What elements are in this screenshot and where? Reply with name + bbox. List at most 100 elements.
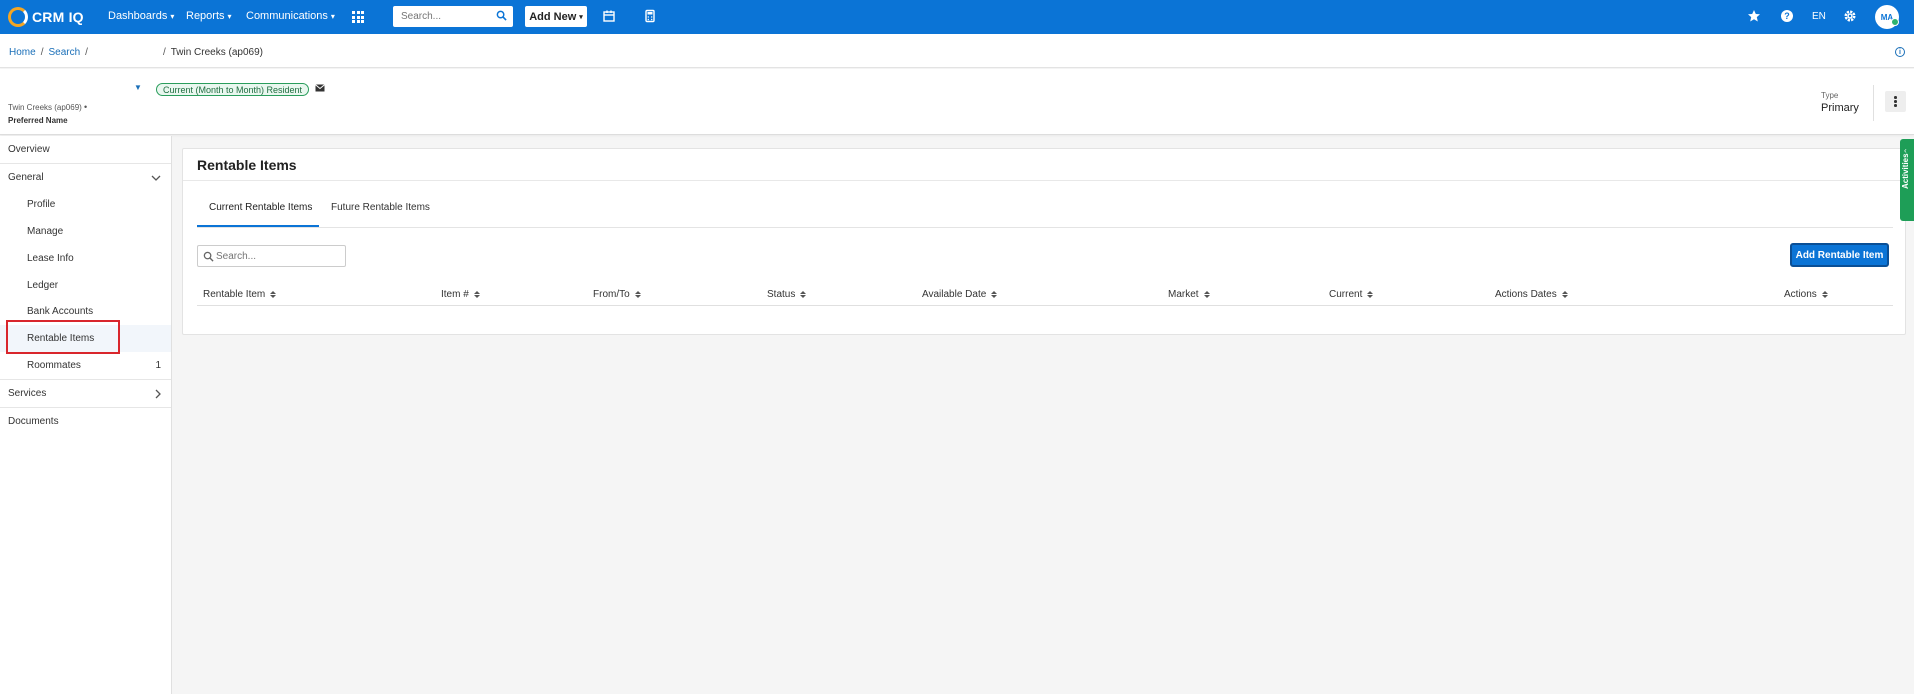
table-search-input[interactable] [216, 246, 341, 266]
sidebar-item-bank-accounts[interactable]: Bank Accounts [0, 298, 171, 325]
tab-future-rentable-items[interactable]: Future Rentable Items [331, 202, 430, 213]
breadcrumb-blank [93, 47, 158, 58]
type-value: Primary [1821, 102, 1859, 114]
language-selector[interactable]: EN [1812, 11, 1826, 22]
column-header-label: Market [1168, 289, 1199, 300]
add-rentable-item-button[interactable]: Add Rentable Item [1790, 243, 1889, 267]
sidebar-item-ledger[interactable]: Ledger [0, 272, 171, 299]
sidebar-item-manage[interactable]: Manage [0, 218, 171, 245]
sort-icon [1367, 291, 1374, 298]
title-divider [183, 180, 1905, 181]
column-header-label: Actions [1784, 289, 1817, 300]
header-divider [1873, 85, 1874, 121]
resident-header: ▼ Current (Month to Month) Resident Twin… [0, 69, 1914, 135]
column-header-actions[interactable]: Actions [1784, 289, 1828, 300]
sidebar-item-label: Lease Info [27, 253, 74, 264]
caret-down-icon: ▾ [170, 12, 175, 21]
sidebar-item-services[interactable]: Services [0, 380, 171, 407]
sidebar-item-label: Rentable Items [27, 333, 95, 344]
column-header-available-date[interactable]: Available Date [922, 289, 998, 300]
apps-grid-icon[interactable] [352, 11, 364, 23]
table-header-divider [197, 305, 1893, 306]
sidebar-item-profile[interactable]: Profile [0, 191, 171, 218]
breadcrumb-current: Twin Creeks (ap069) [170, 47, 263, 58]
activities-drawer-tab[interactable]: ‹ Activities [1900, 139, 1914, 221]
roommates-count: 1 [155, 360, 161, 371]
sidebar-item-lease-info[interactable]: Lease Info [0, 245, 171, 272]
column-header-market[interactable]: Market [1168, 289, 1210, 300]
breadcrumb-separator: / [40, 47, 44, 58]
search-icon [203, 251, 214, 262]
breadcrumb-search[interactable]: Search [48, 47, 80, 58]
logo-text: CRM IQ [32, 9, 84, 25]
breadcrumb-bar: Home / Search / / Twin Creeks (ap069) i [0, 34, 1914, 68]
sort-icon [1203, 291, 1210, 298]
sort-icon [1821, 291, 1828, 298]
sidebar-item-label: Services [8, 388, 47, 399]
help-icon[interactable]: ? [1780, 9, 1794, 23]
sort-icon [800, 291, 807, 298]
add-new-label: Add New [529, 10, 577, 23]
sidebar-item-overview[interactable]: Overview [0, 136, 171, 163]
top-navbar: CRM IQ Dashboards ▾ Reports ▾ Communicatio… [0, 0, 1914, 34]
mail-icon[interactable] [315, 84, 325, 92]
sidebar-item-label: Manage [27, 226, 64, 237]
column-header-label: Status [767, 289, 796, 300]
sidebar-item-label: Documents [8, 416, 59, 427]
tabs-divider [197, 227, 1893, 228]
column-header-label: From/To [593, 289, 630, 300]
column-header-status[interactable]: Status [767, 289, 807, 300]
column-header-label: Available Date [922, 289, 987, 300]
caret-down-icon: ▾ [227, 12, 232, 21]
sidebar-item-label: General [8, 172, 44, 183]
sidebar-item-label: Bank Accounts [27, 306, 94, 317]
info-icon[interactable]: i [1895, 47, 1905, 57]
svg-text:?: ? [1784, 11, 1790, 21]
add-new-button[interactable]: Add New ▾ [525, 6, 587, 27]
caret-down-icon: ▾ [579, 13, 583, 21]
search-icon[interactable] [496, 10, 507, 21]
menu-reports-label: Reports [186, 10, 225, 22]
tab-current-rentable-items[interactable]: Current Rentable Items [209, 202, 312, 213]
sort-icon [991, 291, 998, 298]
column-header-item-number[interactable]: Item # [441, 289, 480, 300]
menu-communications[interactable]: Communications ▾ [246, 10, 335, 22]
sidebar-item-documents[interactable]: Documents [0, 408, 171, 435]
type-label: Type [1821, 91, 1839, 100]
column-header-label: Actions Dates [1495, 289, 1557, 300]
property-marker: • [84, 102, 88, 112]
column-header-label: Current [1329, 289, 1363, 300]
column-header-current[interactable]: Current [1329, 289, 1374, 300]
table-search [197, 245, 346, 267]
property-name-text: Twin Creeks (ap069) [8, 103, 82, 112]
page-title: Rentable Items [197, 157, 297, 173]
crm-iq-logo[interactable]: CRM IQ [8, 7, 84, 27]
global-search-input[interactable] [393, 6, 488, 27]
caret-down-icon: ▾ [330, 12, 335, 21]
column-header-label: Rentable Item [203, 289, 266, 300]
sort-icon [473, 291, 480, 298]
breadcrumb-home[interactable]: Home [9, 47, 36, 58]
sort-icon [1561, 291, 1568, 298]
sidebar-item-roommates[interactable]: Roommates 1 [0, 352, 171, 379]
status-badge: Current (Month to Month) Resident [156, 83, 310, 96]
menu-dashboards[interactable]: Dashboards ▾ [108, 10, 174, 22]
sidebar-item-rentable-items[interactable]: Rentable Items [0, 325, 171, 352]
sidebar-item-general[interactable]: General [0, 164, 171, 191]
favorites-star-icon[interactable] [1747, 9, 1761, 23]
settings-gear-icon[interactable] [1843, 9, 1857, 23]
column-header-rentable-item[interactable]: Rentable Item [203, 289, 277, 300]
breadcrumb-separator: / [85, 47, 88, 58]
global-search [393, 6, 513, 27]
menu-reports[interactable]: Reports ▾ [186, 10, 232, 22]
name-dropdown-caret-icon[interactable]: ▼ [134, 83, 142, 92]
calculator-icon[interactable] [643, 9, 657, 23]
column-header-label: Item # [441, 289, 469, 300]
column-header-from-to[interactable]: From/To [593, 289, 641, 300]
more-actions-kebab-icon[interactable] [1885, 91, 1906, 112]
calendar-icon[interactable] [602, 9, 616, 23]
column-header-actions-dates[interactable]: Actions Dates [1495, 289, 1568, 300]
activities-label: Activities [1901, 153, 1910, 189]
breadcrumb: Home / Search / / Twin Creeks (ap069) [9, 47, 263, 58]
rentable-items-card: Rentable Items Current Rentable Items Fu… [182, 148, 1906, 335]
